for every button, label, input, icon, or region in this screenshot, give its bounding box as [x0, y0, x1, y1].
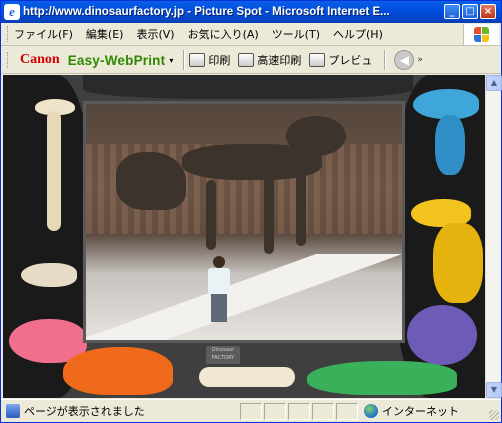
status-bar: ページが表示されました インターネット [1, 399, 501, 422]
toolbar-separator [384, 50, 387, 70]
windows-logo [463, 24, 499, 45]
status-text: ページが表示されました [24, 405, 145, 418]
vertical-scrollbar[interactable]: ▲ ▼ [485, 75, 502, 398]
bone-dinosaur-neck [47, 111, 61, 231]
close-button[interactable]: × [480, 4, 496, 19]
easy-webprint-toolbar: Canon Easy-WebPrint ▾ 印刷 高速印刷 プレビュ ◀ » [1, 47, 501, 74]
back-button[interactable]: ◀ [394, 50, 415, 70]
menu-view[interactable]: 表示(V) [136, 26, 174, 42]
minimize-button[interactable]: _ [444, 4, 460, 19]
title-bar[interactable]: e http://www.dinosaurfactory.jp - Pictur… [1, 1, 501, 23]
menu-grip[interactable] [7, 26, 10, 42]
print-label: 印刷 [208, 54, 231, 67]
menu-bar: ファイル(F) 編集(E) 表示(V) お気に入り(A) ツール(T) ヘルプ(… [1, 23, 501, 46]
status-pane [264, 402, 286, 420]
toolbar-separator [183, 50, 186, 70]
print-button[interactable]: 印刷 [189, 52, 230, 68]
fast-print-button[interactable]: 高速印刷 [238, 52, 301, 68]
windows-flag-icon [474, 27, 489, 42]
dinosaur-factory-badge[interactable]: Dinosaur FACTORY [206, 346, 240, 364]
preview-label: プレビュ [328, 54, 373, 67]
toolbar-overflow-chevron[interactable]: » [417, 55, 423, 65]
museum-photo [83, 101, 405, 343]
dark-silhouette [83, 75, 413, 99]
blue-dinosaur-body [435, 115, 465, 175]
resize-grip[interactable] [489, 410, 499, 420]
preview-button[interactable]: プレビュ [309, 52, 372, 68]
menu-favorites[interactable]: お気に入り(A) [188, 26, 259, 42]
preview-icon [309, 53, 326, 67]
chevron-down-icon[interactable]: ▾ [169, 56, 173, 65]
scroll-up-button[interactable]: ▲ [486, 75, 502, 91]
menu-tools[interactable]: ツール(T) [272, 26, 320, 42]
green-dinosaur [307, 361, 457, 395]
menu-edit[interactable]: 編集(E) [86, 26, 124, 42]
browser-window: e http://www.dinosaurfactory.jp - Pictur… [0, 0, 502, 423]
fast-print-label: 高速印刷 [257, 54, 302, 67]
page-content: Dinosaur FACTORY [3, 75, 485, 398]
menu-help[interactable]: ヘルプ(H) [333, 26, 383, 42]
toolbar-grip[interactable] [7, 52, 10, 68]
fast-printer-icon [238, 53, 255, 67]
status-pane [312, 402, 334, 420]
maximize-button[interactable]: □ [462, 4, 478, 19]
orange-dinosaur [63, 347, 173, 395]
yellow-dinosaur-body [433, 223, 483, 303]
canon-logo: Canon [20, 52, 60, 67]
skeleton-dinosaur-skull [21, 263, 77, 287]
visitor-person [208, 256, 230, 322]
window-title: http://www.dinosaurfactory.jp - Picture … [23, 6, 390, 18]
status-pane [288, 402, 310, 420]
globe-icon [364, 404, 378, 418]
trex-skeleton-second [286, 116, 346, 156]
easy-webprint-menu[interactable]: Easy-WebPrint [68, 53, 166, 68]
trex-skeleton-skull [116, 152, 186, 210]
scroll-down-button[interactable]: ▼ [486, 382, 502, 398]
status-pane [336, 402, 358, 420]
page-loaded-icon [6, 404, 20, 418]
menu-file[interactable]: ファイル(F) [14, 26, 73, 42]
printer-icon [189, 53, 206, 67]
bone-decoration [199, 367, 295, 387]
security-zone-label: インターネット [382, 405, 459, 418]
status-pane [240, 402, 262, 420]
internet-explorer-icon: e [4, 4, 20, 20]
purple-dinosaur [407, 305, 477, 365]
